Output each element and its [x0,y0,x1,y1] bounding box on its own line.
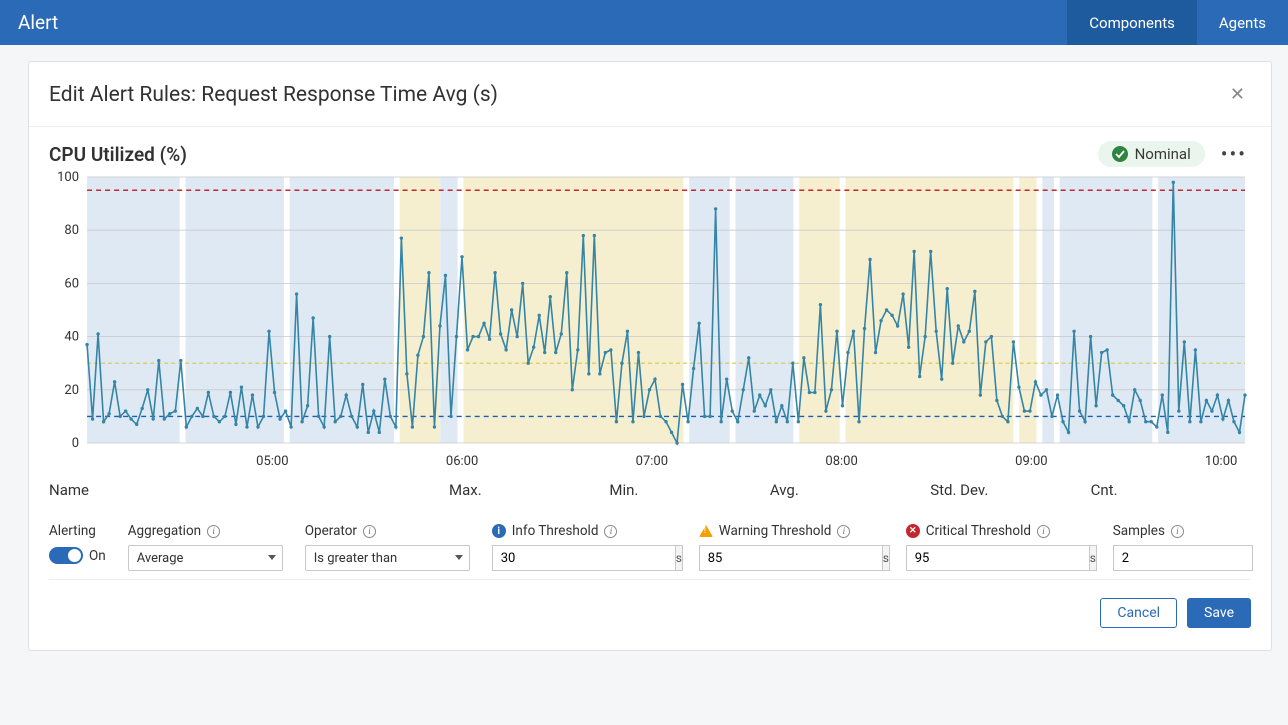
col-avg: Avg. [770,481,930,499]
aggregation-select[interactable]: Average [128,545,283,571]
save-button[interactable]: Save [1187,598,1251,628]
critical-threshold-input[interactable] [906,545,1089,571]
operator-select[interactable]: Is greater than [305,545,470,571]
tab-agents[interactable]: Agents [1197,0,1288,45]
svg-text:40: 40 [64,330,79,345]
info-icon[interactable]: i [1037,525,1050,538]
svg-text:20: 20 [64,383,79,398]
svg-text:07:00: 07:00 [636,454,668,469]
alert-form: Alerting On Aggregationi Average Operato… [49,503,1251,580]
svg-text:100: 100 [57,171,79,185]
info-icon[interactable]: i [604,525,617,538]
tab-components[interactable]: Components [1067,0,1197,45]
more-menu-icon[interactable]: ••• [1217,142,1251,166]
alerting-toggle[interactable] [49,547,83,564]
alerting-state: On [89,548,106,564]
svg-text:10:00: 10:00 [1205,454,1237,469]
info-icon[interactable]: i [1171,525,1184,538]
status-text: Nominal [1135,145,1191,163]
info-threshold-label: iInfo Thresholdi [492,523,677,539]
col-name: Name [49,481,449,499]
samples-input[interactable] [1113,545,1253,571]
info-icon[interactable]: i [837,525,850,538]
dialog-footer: Cancel Save [29,580,1271,650]
chart-container: 0 20 40 60 80 100 05:00 06:00 07:00 08:00 09:00 10:… [29,171,1271,471]
col-max: Max. [449,481,609,499]
check-icon [1112,146,1128,162]
aggregation-label: Aggregationi [128,523,283,539]
svg-text:0: 0 [72,436,79,451]
col-min: Min. [609,481,769,499]
status-badge: Nominal [1098,141,1205,167]
critical-threshold-icon [906,524,920,538]
col-stdev: Std. Dev. [930,481,1090,499]
svg-text:05:00: 05:00 [256,454,288,469]
info-icon[interactable]: i [363,525,376,538]
operator-label: Operatori [305,523,470,539]
info-icon[interactable]: i [207,525,220,538]
col-cnt: Cnt. [1091,481,1251,499]
info-threshold-input[interactable] [492,545,675,571]
svg-text:80: 80 [64,223,79,238]
warning-threshold-input[interactable] [699,545,882,571]
cpu-chart: 0 20 40 60 80 100 05:00 06:00 07:00 08:00 09:00 10:… [49,171,1251,471]
svg-text:06:00: 06:00 [446,454,478,469]
panel-header: Edit Alert Rules: Request Response Time … [29,62,1271,127]
topbar-links: Components Agents [1067,0,1288,45]
samples-label: Samplesi [1113,523,1253,539]
panel-title: Edit Alert Rules: Request Response Time … [49,83,498,107]
svg-text:08:00: 08:00 [825,454,857,469]
stats-header-row: Name Max. Min. Avg. Std. Dev. Cnt. [29,471,1271,503]
alerting-label: Alerting [49,523,106,539]
info-threshold-icon: i [492,524,506,538]
close-icon[interactable]: ✕ [1224,80,1251,109]
svg-text:09:00: 09:00 [1015,454,1047,469]
topbar: Alert Components Agents [0,0,1288,45]
alert-rules-panel: Edit Alert Rules: Request Response Time … [28,61,1272,651]
page-title: Alert [18,11,58,34]
warning-threshold-label: Warning Thresholdi [699,523,884,539]
chart-header: CPU Utilized (%) Nominal ••• [29,127,1271,171]
critical-threshold-label: Critical Thresholdi [906,523,1091,539]
cancel-button[interactable]: Cancel [1100,598,1177,628]
svg-text:60: 60 [64,276,79,291]
unit-label: s [675,545,683,571]
warning-threshold-icon [699,525,713,537]
unit-label: s [882,545,890,571]
chart-title: CPU Utilized (%) [49,143,187,166]
unit-label: s [1089,545,1097,571]
